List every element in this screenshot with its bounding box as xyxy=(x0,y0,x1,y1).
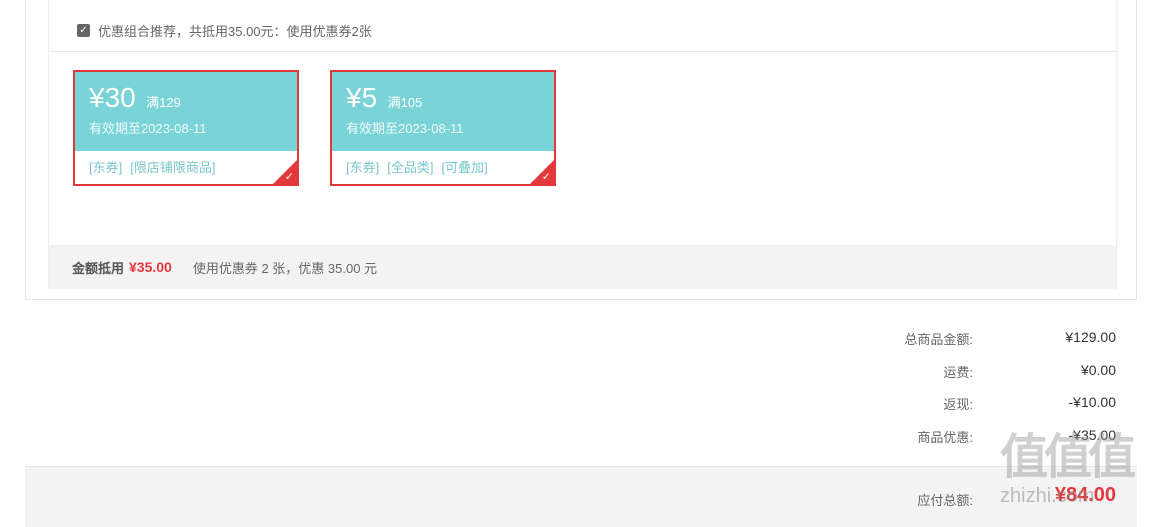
total-label: 运费: xyxy=(943,365,973,380)
coupon-amount: ¥5 xyxy=(346,82,378,113)
coupon-card[interactable]: ¥5 满105 有效期至2023-08-11 [东券] [全品类] [可叠加] … xyxy=(330,70,556,186)
coupon-expire: 有效期至2023-08-11 xyxy=(346,121,464,136)
discount-amount: ¥35.00 xyxy=(129,259,172,275)
coupon-tag: [东券] xyxy=(346,160,380,175)
coupon-amount: ¥30 xyxy=(89,82,136,113)
coupon-condition: 满105 xyxy=(387,95,423,110)
coupon-face: ¥5 满105 有效期至2023-08-11 xyxy=(332,72,554,151)
total-row: 返现: -¥10.00 xyxy=(0,394,1151,414)
total-label: 返现: xyxy=(943,397,973,412)
discount-summary: 金额抵用 ¥35.00 使用优惠券 2 张，优惠 35.00 元 xyxy=(49,245,1116,289)
total-row: 运费: ¥0.00 xyxy=(0,362,1151,382)
coupon-condition: 满129 xyxy=(146,95,181,110)
total-value: -¥35.00 xyxy=(1068,427,1116,443)
coupon-tags: [东券] [全品类] [可叠加] xyxy=(332,151,554,176)
combo-checkbox[interactable]: ✓ xyxy=(77,23,90,37)
total-row: 总商品金额: ¥129.00 xyxy=(0,329,1151,349)
coupon-tag: [东券] xyxy=(89,160,123,175)
discount-desc: 使用优惠券 2 张，优惠 35.00 元 xyxy=(192,260,378,276)
payable-label: 应付总额: xyxy=(917,493,973,508)
payable-value: ¥84.00 xyxy=(1054,484,1116,506)
coupon-card[interactable]: ¥30 满129 有效期至2023-08-11 [东券] [限店铺限商品] ✓ xyxy=(73,70,299,186)
check-icon: ✓ xyxy=(541,171,551,183)
coupon-tag: [限店铺限商品] xyxy=(130,160,216,175)
total-label: 商品优惠: xyxy=(917,430,973,445)
total-value: ¥129.00 xyxy=(1065,329,1116,345)
coupon-expire: 有效期至2023-08-11 xyxy=(89,121,207,136)
discount-label: 金额抵用 xyxy=(72,260,125,276)
coupon-tag: [可叠加] xyxy=(441,160,488,175)
coupon-tags: [东券] [限店铺限商品] xyxy=(75,151,297,176)
check-icon: ✓ xyxy=(284,171,294,183)
total-value: -¥10.00 xyxy=(1068,394,1116,410)
total-value: ¥0.00 xyxy=(1080,362,1116,378)
divider xyxy=(49,51,1116,52)
coupon-face: ¥30 满129 有效期至2023-08-11 xyxy=(75,72,297,151)
coupon-tag: [全品类] xyxy=(387,160,434,175)
total-label: 总商品金额: xyxy=(904,332,973,347)
total-row: 商品优惠: -¥35.00 xyxy=(0,427,1151,447)
combo-text: 优惠组合推荐，共抵用35.00元：使用优惠券2张 xyxy=(98,23,372,39)
coupon-combo-row[interactable]: ✓ 优惠组合推荐，共抵用35.00元：使用优惠券2张 xyxy=(77,20,372,40)
